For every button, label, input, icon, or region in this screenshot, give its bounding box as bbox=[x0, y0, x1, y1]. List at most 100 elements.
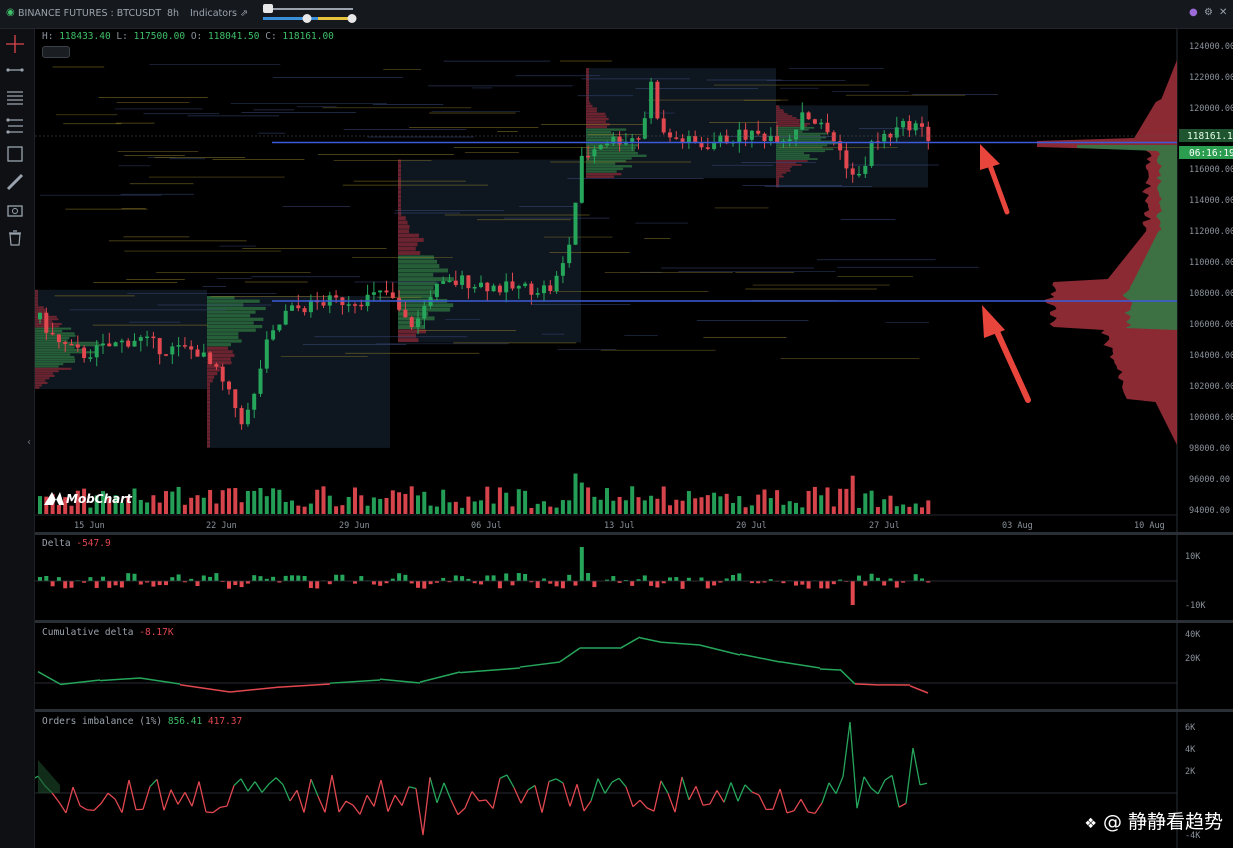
candle-body bbox=[548, 285, 553, 292]
panel-separator[interactable] bbox=[35, 620, 1233, 623]
profile-row bbox=[207, 371, 218, 376]
candle-body bbox=[308, 300, 313, 313]
cum-delta-value: -8.17K bbox=[139, 627, 174, 638]
zoom-slider-handle-mid[interactable] bbox=[302, 14, 312, 23]
profile-row bbox=[586, 167, 624, 171]
volume-bar bbox=[731, 502, 735, 514]
profile-row bbox=[398, 251, 421, 255]
volume-bar bbox=[554, 507, 559, 514]
trash-icon[interactable] bbox=[4, 227, 26, 249]
volume-bar bbox=[831, 506, 836, 514]
profile-row bbox=[207, 408, 210, 412]
profile-row bbox=[207, 317, 264, 321]
volume-bar bbox=[164, 491, 168, 514]
exchange-pair-label[interactable]: BINANCE FUTURES : BTCUSDT bbox=[18, 8, 161, 19]
crosshair-icon[interactable] bbox=[4, 33, 26, 55]
orders-tick: 2K bbox=[1185, 767, 1196, 777]
profile-row bbox=[207, 400, 210, 405]
profile-row bbox=[586, 104, 593, 108]
delta-bar bbox=[592, 581, 597, 588]
candle-body bbox=[598, 144, 603, 150]
profile-row bbox=[207, 415, 210, 419]
horizontal-lines-icon[interactable] bbox=[4, 87, 26, 109]
color-dot-icon[interactable]: ● bbox=[1189, 7, 1198, 18]
candle-body bbox=[245, 409, 250, 425]
delta-bar bbox=[132, 573, 137, 581]
zoom-slider-handle-left[interactable] bbox=[263, 4, 273, 13]
delta-bar bbox=[239, 581, 244, 588]
profile-row bbox=[586, 165, 633, 168]
profile-row bbox=[207, 437, 210, 441]
volume-bar bbox=[913, 503, 918, 514]
volume-bar bbox=[794, 502, 798, 514]
candle-body bbox=[88, 357, 93, 359]
profile-row bbox=[776, 107, 780, 110]
profile-row bbox=[398, 294, 433, 299]
collapse-toolbar-icon[interactable]: ‹ bbox=[27, 437, 31, 448]
candle-body bbox=[447, 280, 452, 283]
panel-separator[interactable] bbox=[35, 709, 1233, 712]
panel-separator[interactable] bbox=[35, 532, 1233, 535]
candle-body bbox=[220, 366, 225, 382]
candle-body bbox=[126, 340, 131, 347]
cumulative-delta-line bbox=[37, 636, 929, 694]
profile-row bbox=[586, 133, 613, 137]
zoom-slider[interactable] bbox=[258, 3, 362, 25]
volume-bar bbox=[390, 490, 395, 514]
rectangle-icon[interactable] bbox=[4, 143, 26, 165]
close-icon[interactable]: ✕ bbox=[1219, 7, 1227, 18]
zoom-slider-handle-right[interactable] bbox=[347, 14, 357, 23]
camera-icon[interactable] bbox=[4, 199, 26, 221]
volume-bar bbox=[151, 495, 156, 514]
orders-imbalance-fill bbox=[38, 760, 60, 793]
ruler-icon[interactable] bbox=[4, 171, 26, 193]
candle-body bbox=[176, 345, 181, 347]
indicators-button[interactable]: Indicators ⇗ bbox=[190, 8, 248, 19]
profile-row bbox=[35, 306, 44, 309]
candle-body bbox=[901, 121, 906, 128]
interval-selector[interactable]: 8h bbox=[167, 8, 179, 19]
trend-line-icon[interactable] bbox=[4, 59, 26, 81]
volume-bar bbox=[56, 504, 61, 514]
delta-bar bbox=[686, 577, 691, 581]
delta-bar bbox=[560, 581, 565, 589]
candle-body bbox=[75, 344, 80, 348]
volume-bar bbox=[819, 495, 824, 514]
volume-bar bbox=[277, 489, 282, 514]
profile-row bbox=[398, 207, 401, 212]
profile-row bbox=[586, 128, 627, 131]
delta-bar bbox=[38, 576, 42, 581]
delta-bar bbox=[138, 581, 143, 585]
top-bar: ◉ BINANCE FUTURES : BTCUSDT 8h Indicator… bbox=[0, 0, 1233, 29]
delta-bar bbox=[857, 575, 861, 581]
delta-bar bbox=[523, 573, 528, 581]
gear-icon[interactable]: ⚙ bbox=[1204, 7, 1213, 18]
candle-body bbox=[321, 302, 326, 306]
price-tick: 96000.00 bbox=[1189, 475, 1230, 485]
delta-bar bbox=[642, 575, 647, 581]
volume-bar bbox=[800, 507, 805, 514]
date-tick: 13 Jul bbox=[604, 521, 635, 531]
candle-body bbox=[50, 332, 55, 335]
delta-bar bbox=[164, 581, 168, 586]
profile-row bbox=[776, 183, 779, 186]
price-tick: 114000.00 bbox=[1189, 196, 1233, 206]
delta-bar bbox=[44, 575, 49, 581]
volume-bar bbox=[605, 488, 609, 514]
profile-row bbox=[398, 203, 401, 208]
volume-bar bbox=[875, 507, 880, 514]
delta-bar bbox=[290, 575, 294, 581]
candle-body bbox=[138, 337, 143, 341]
delta-bar bbox=[119, 581, 124, 588]
candle-body bbox=[416, 318, 420, 328]
profile-row bbox=[207, 328, 256, 332]
delta-bar bbox=[252, 575, 257, 581]
candle-body bbox=[705, 147, 710, 149]
volume-bar bbox=[252, 490, 257, 514]
profile-row bbox=[398, 177, 401, 181]
profile-row bbox=[207, 321, 254, 325]
candle-body bbox=[579, 155, 584, 203]
delta-bar bbox=[869, 573, 874, 581]
fib-icon[interactable] bbox=[4, 115, 26, 137]
delta-bar bbox=[151, 581, 156, 587]
